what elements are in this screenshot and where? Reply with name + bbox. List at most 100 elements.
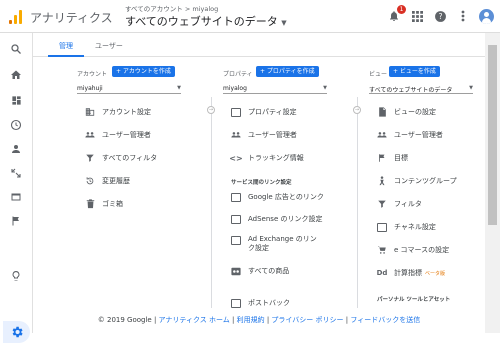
dd-icon: Dd xyxy=(376,269,388,277)
property-settings-item[interactable]: プロパティ設定 xyxy=(231,105,297,119)
scrollbar-thumb[interactable] xyxy=(488,45,497,225)
account-settings-item[interactable]: アカウント設定 xyxy=(85,105,151,119)
search-icon[interactable] xyxy=(8,41,24,57)
avatar[interactable] xyxy=(479,8,494,24)
view-title: すべてのウェブサイトのデータ xyxy=(125,15,278,28)
audience-person-icon[interactable] xyxy=(8,141,24,157)
item-label: AdSense のリンク設定 xyxy=(248,215,323,223)
link-box-icon xyxy=(231,192,241,202)
property-heading: プロパティ xyxy=(223,71,253,78)
realtime-clock-icon[interactable] xyxy=(8,117,24,133)
item-label: すべての商品 xyxy=(248,267,290,275)
breadcrumb[interactable]: すべてのアカウント > miyalog xyxy=(125,3,218,13)
tab-admin[interactable]: 管理 xyxy=(48,41,84,57)
trash-item[interactable]: ゴミ箱 xyxy=(85,197,123,211)
admin-panel: アカウント + アカウントを作成 miyahuji ▼ アカウント設定 ユーザー管… xyxy=(33,57,485,308)
customization-icon[interactable] xyxy=(8,92,24,108)
ad-exchange-linking-item[interactable]: Ad Exchange のリンク設定 xyxy=(231,235,320,257)
content-grouping-item[interactable]: コンテンツグループ xyxy=(377,174,457,188)
scrollbar[interactable] xyxy=(485,33,500,333)
create-account-button[interactable]: + アカウントを作成 xyxy=(112,66,175,77)
behavior-icon[interactable] xyxy=(8,189,24,205)
tracking-info-item[interactable]: <> トラッキング情報 xyxy=(229,151,304,165)
footer: © 2019 Google | アナリティクス ホーム | 利用規約 | プライ… xyxy=(97,316,421,324)
people-icon xyxy=(377,130,387,140)
cart-icon xyxy=(377,245,387,255)
item-label: アカウント設定 xyxy=(102,108,151,116)
dropdown-caret-icon: ▼ xyxy=(323,85,327,91)
acquisition-icon[interactable] xyxy=(8,165,24,181)
create-property-button[interactable]: + プロパティを作成 xyxy=(256,66,319,77)
item-label: プロパティ設定 xyxy=(248,108,297,116)
analytics-logo[interactable] xyxy=(9,10,23,24)
footer-link-analytics-home[interactable]: アナリティクス ホーム xyxy=(159,316,230,324)
item-label: ビューの設定 xyxy=(394,108,436,116)
all-products-item[interactable]: すべての商品 xyxy=(231,264,289,278)
property-selector[interactable]: miyalog ▼ xyxy=(223,85,327,94)
adsense-linking-item[interactable]: AdSense のリンク設定 xyxy=(231,212,322,226)
account-user-management-item[interactable]: ユーザー管理者 xyxy=(85,128,151,142)
top-bar: アナリティクス すべてのアカウント > miyalog すべてのウェブサイトのデ… xyxy=(0,0,500,33)
item-label: Ad Exchange のリンク設定 xyxy=(248,235,317,252)
apps-button[interactable] xyxy=(410,9,424,23)
copyright: © 2019 Google xyxy=(97,316,152,324)
account-column: アカウント + アカウントを作成 miyahuji ▼ アカウント設定 ユーザー管… xyxy=(77,57,219,308)
dropdown-caret-icon: ▼ xyxy=(177,85,181,91)
footer-link-privacy[interactable]: プライバシー ポリシー xyxy=(271,316,343,324)
notification-badge: 1 xyxy=(397,5,406,14)
discover-lightbulb-icon[interactable] xyxy=(8,268,24,284)
item-label: コンテンツグループ xyxy=(394,177,457,185)
beta-badge: ベータ版 xyxy=(425,270,446,277)
view-settings-item[interactable]: ビューの設定 xyxy=(377,105,436,119)
view-user-management-item[interactable]: ユーザー管理者 xyxy=(377,128,443,142)
item-label: 目標 xyxy=(394,154,408,162)
change-history-item[interactable]: 変更履歴 xyxy=(85,174,130,188)
more-vert-icon xyxy=(461,10,465,22)
expand-chevron-icon[interactable] xyxy=(9,320,25,336)
building-icon xyxy=(85,107,95,117)
create-view-button[interactable]: + ビューを作成 xyxy=(389,66,440,77)
view-selector[interactable]: すべてのウェブサイトのデータ ▼ xyxy=(369,85,473,94)
item-label: ポストバック xyxy=(248,299,290,307)
notifications-button[interactable]: 1 xyxy=(387,5,406,23)
ecommerce-settings-item[interactable]: e コマースの設定 xyxy=(377,243,449,257)
channel-icon xyxy=(377,222,387,232)
more-options-button[interactable] xyxy=(456,9,470,23)
all-filters-item[interactable]: すべてのフィルタ xyxy=(85,151,157,165)
account-selector[interactable]: miyahuji ▼ xyxy=(77,85,181,94)
item-label: ユーザー管理者 xyxy=(248,131,297,139)
item-label: 計算指標 xyxy=(394,269,422,277)
conversions-flag-icon[interactable] xyxy=(8,213,24,229)
tab-user[interactable]: ユーザー xyxy=(95,41,123,51)
help-button[interactable]: ? xyxy=(433,9,447,23)
google-ads-linking-item[interactable]: Google 広告とのリンク xyxy=(231,190,324,204)
document-icon xyxy=(377,107,387,117)
item-label: Google 広告とのリンク xyxy=(248,193,324,201)
flag-icon xyxy=(377,153,387,163)
property-user-management-item[interactable]: ユーザー管理者 xyxy=(231,128,297,142)
view-selector[interactable]: すべてのウェブサイトのデータ ▼ xyxy=(125,13,287,29)
footer-link-terms[interactable]: 利用規約 xyxy=(237,316,265,324)
admin-tabs: 管理 ユーザー xyxy=(33,33,500,57)
item-label: ユーザー管理者 xyxy=(394,131,443,139)
trash-icon xyxy=(85,199,95,209)
people-icon xyxy=(85,130,95,140)
link-box-icon xyxy=(231,235,241,245)
filter-icon xyxy=(377,199,387,209)
view-column: ビュー + ビューを作成 すべてのウェブサイトのデータ ▼ ビューの設定 ユーザー… xyxy=(369,57,500,308)
personal-tools-heading: パーソナル ツールとアセット xyxy=(377,297,451,303)
product-linking-heading: サービス間のリンク設定 xyxy=(231,180,292,186)
view-filters-item[interactable]: フィルタ xyxy=(377,197,422,211)
column-divider xyxy=(357,97,358,308)
item-label: フィルタ xyxy=(394,200,422,208)
apps-grid-icon xyxy=(411,10,423,22)
item-label: 変更履歴 xyxy=(102,177,130,185)
footer-link-feedback[interactable]: フィードバックを送信 xyxy=(350,316,420,324)
app-name: アナリティクス xyxy=(30,11,113,25)
home-icon[interactable] xyxy=(8,67,24,83)
calculated-metrics-item[interactable]: Dd 計算指標 ベータ版 xyxy=(377,266,445,280)
people-icon xyxy=(231,130,241,140)
property-selected-value: miyalog xyxy=(223,85,247,92)
channel-settings-item[interactable]: チャネル設定 xyxy=(377,220,436,234)
goals-item[interactable]: 目標 xyxy=(377,151,408,165)
